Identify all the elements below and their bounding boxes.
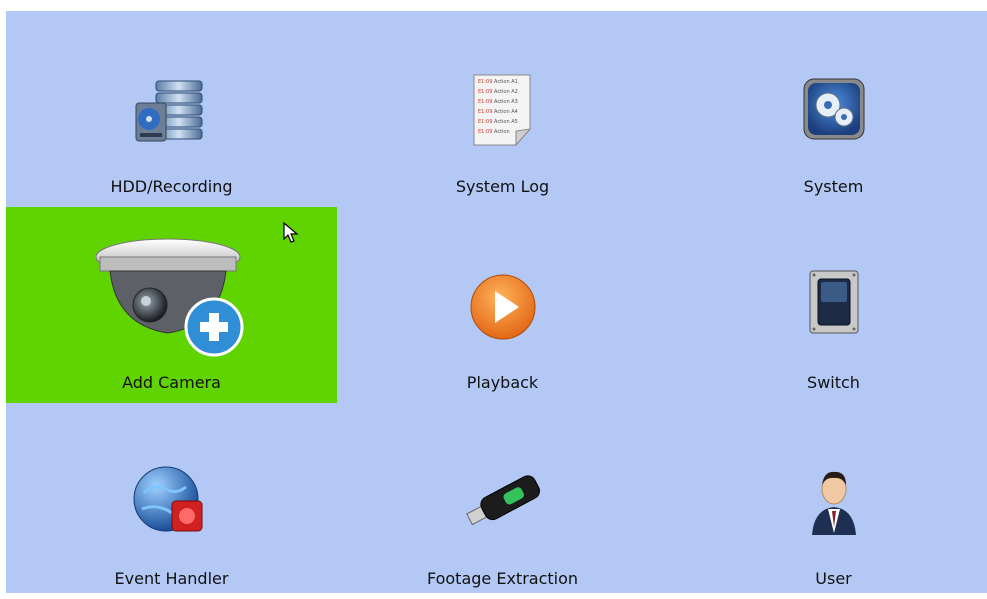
menu-item-label: Playback [466, 373, 539, 392]
svg-text:E1:09: E1:09 [478, 119, 492, 125]
svg-text:Action A2: Action A2 [494, 89, 518, 95]
add-camera-icon [96, 238, 244, 357]
svg-text:E1:09: E1:09 [478, 89, 492, 95]
playback-icon [470, 274, 536, 340]
svg-text:Action A5: Action A5 [494, 119, 518, 125]
hdd-recording-icon [135, 80, 203, 142]
menu-item-label: HDD/Recording [110, 177, 233, 196]
menu-item-label: System Log [455, 177, 550, 196]
main-menu-panel: HDD/Recording E1:09 Action A1 E1:09 Action… [6, 11, 987, 593]
menu-item-user[interactable]: User [668, 403, 987, 599]
menu-item-label: User [815, 569, 852, 588]
svg-text:E1:09: E1:09 [478, 129, 492, 135]
menu-item-label: Event Handler [114, 569, 229, 588]
svg-text:E1:09: E1:09 [478, 79, 492, 85]
menu-item-footage-extraction[interactable]: Footage Extraction [337, 403, 668, 599]
svg-text:Action A3: Action A3 [494, 99, 518, 105]
svg-text:Action: Action [494, 129, 510, 135]
usb-drive-icon [466, 475, 540, 526]
menu-item-label: System [803, 177, 864, 196]
menu-item-system-log[interactable]: E1:09 Action A1 E1:09 Action A2 E1:09 Actio… [337, 11, 668, 207]
user-icon [812, 471, 856, 535]
mouse-pointer-icon [283, 222, 299, 243]
svg-text:Action A1: Action A1 [494, 79, 518, 85]
event-handler-icon [133, 466, 203, 532]
menu-item-label: Footage Extraction [426, 569, 579, 588]
menu-item-label: Switch [807, 373, 860, 392]
menu-item-label: Add Camera [122, 373, 221, 392]
menu-item-hdd-recording[interactable]: HDD/Recording [6, 11, 337, 207]
menu-item-event-handler[interactable]: Event Handler [6, 403, 337, 599]
system-log-icon: E1:09 Action A1 E1:09 Action A2 E1:09 Actio… [473, 74, 532, 147]
switch-icon [809, 270, 859, 334]
svg-text:E1:09: E1:09 [478, 99, 492, 105]
menu-item-switch[interactable]: Switch [668, 207, 987, 403]
menu-item-playback[interactable]: Playback [337, 207, 668, 403]
menu-item-system[interactable]: System [668, 11, 987, 207]
svg-text:E1:09: E1:09 [478, 109, 492, 115]
system-gear-icon [803, 78, 865, 140]
svg-text:Action A4: Action A4 [494, 109, 518, 115]
